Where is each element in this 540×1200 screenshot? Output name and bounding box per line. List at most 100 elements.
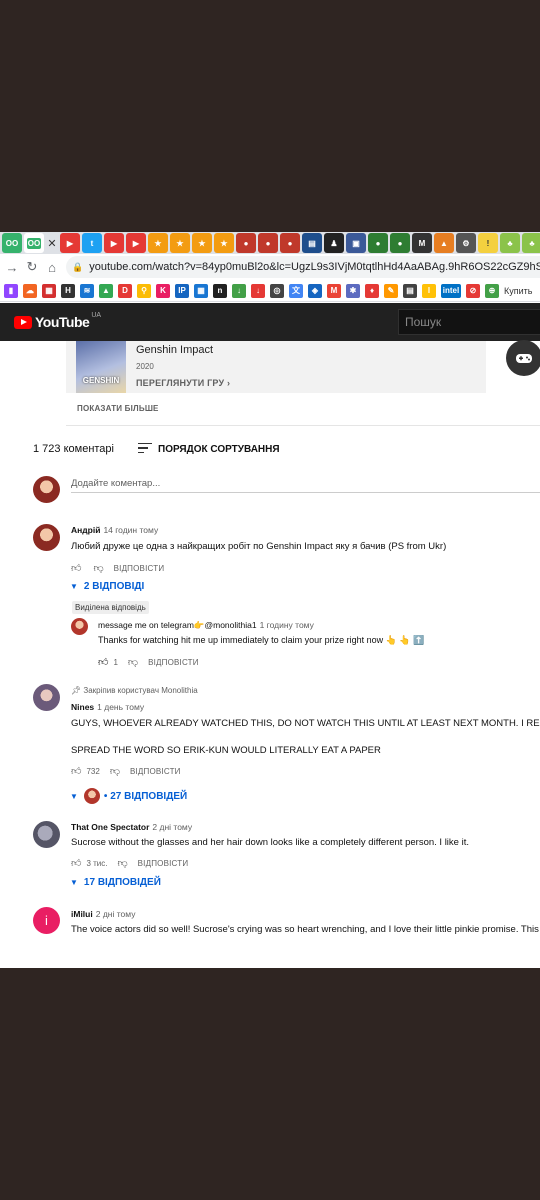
bookmark-icon[interactable]: ♦: [365, 283, 379, 298]
like-icon[interactable]: 👍︎: [71, 562, 81, 574]
tab-person[interactable]: ♟: [324, 233, 344, 253]
address-bar[interactable]: 🔒 youtube.com/watch?v=84yp0muBl2o&lc=Ugz…: [66, 256, 540, 278]
bookmark-icon[interactable]: D: [118, 283, 132, 298]
bookmark-block-icon[interactable]: ⊘: [466, 283, 480, 298]
show-more-button[interactable]: ПОКАЗАТИ БІЛЬШЕ: [77, 404, 159, 413]
dislike-icon[interactable]: 👎︎: [93, 562, 103, 574]
tab-book[interactable]: ▤: [302, 233, 322, 253]
tab-record[interactable]: ●: [280, 233, 300, 253]
reply-avatar[interactable]: [71, 618, 88, 635]
tab-record[interactable]: ●: [236, 233, 256, 253]
tab-site[interactable]: ▣: [346, 233, 366, 253]
tab-misc[interactable]: ♣: [500, 233, 520, 253]
close-tab-icon[interactable]: ✕: [46, 237, 58, 250]
bookmark-download-icon[interactable]: ↓: [232, 283, 246, 298]
like-icon-filled[interactable]: 👍︎: [98, 656, 108, 668]
bookmark-icon[interactable]: ◎: [270, 283, 284, 298]
bookmark-maps-icon[interactable]: ⚲: [137, 283, 151, 298]
like-icon[interactable]: 👍︎: [71, 765, 81, 777]
bookmark-icon[interactable]: K: [156, 283, 170, 298]
avatar[interactable]: [33, 821, 60, 848]
bookmark-gmail-icon[interactable]: M: [327, 283, 341, 298]
bookmark-icon[interactable]: ▦: [194, 283, 208, 298]
reply-button[interactable]: ВІДПОВІСТИ: [148, 658, 199, 667]
like-count: 732: [86, 766, 100, 776]
comment-author[interactable]: Андрій 14 годин тому: [71, 525, 158, 535]
comment-text: The voice actors did so well! Sucrose's …: [71, 924, 540, 935]
bookmark-icon[interactable]: H: [61, 283, 75, 298]
reply-author[interactable]: message me on telegram👉@monolithia1 1 год…: [98, 620, 314, 631]
game-thumbnail[interactable]: GENSHIN: [76, 341, 126, 393]
view-replies-button[interactable]: ▼ 17 ВІДПОВІДЕЙ: [70, 877, 161, 888]
tab-record[interactable]: ●: [258, 233, 278, 253]
tab-game[interactable]: ★: [214, 233, 234, 253]
gamepad-button[interactable]: [506, 340, 540, 376]
bookmark-download-icon[interactable]: ↓: [251, 283, 265, 298]
reply-button[interactable]: ВІДПОВІСТИ: [130, 767, 181, 776]
comments-count: 1 723 коментарі: [33, 443, 114, 455]
view-replies-button[interactable]: ▼ 2 ВІДПОВІДІ: [70, 581, 144, 592]
add-comment-input[interactable]: Додайте коментар...: [71, 478, 160, 489]
dislike-icon[interactable]: 👎︎: [128, 656, 138, 668]
comment-time[interactable]: 2 дні тому: [96, 909, 136, 919]
author-name: Nines: [71, 702, 95, 712]
tab-game[interactable]: ★: [192, 233, 212, 253]
tab-game[interactable]: ★: [170, 233, 190, 253]
home-icon[interactable]: ⌂: [42, 260, 62, 275]
bookmark-intel-icon[interactable]: intel: [441, 283, 461, 298]
forward-icon[interactable]: →: [2, 260, 22, 275]
bookmark-soundcloud-icon[interactable]: ☁: [23, 283, 37, 298]
avatar[interactable]: [33, 684, 60, 711]
tab-youtube[interactable]: ▶: [126, 233, 146, 253]
bookmark-icon[interactable]: ◈: [308, 283, 322, 298]
sort-icon[interactable]: [138, 443, 152, 454]
dislike-icon[interactable]: 👎︎: [117, 857, 127, 869]
comment-time[interactable]: 14 годин тому: [103, 525, 158, 535]
tab-twitter[interactable]: t: [82, 233, 102, 253]
bookmark-icon[interactable]: n: [213, 283, 227, 298]
tab-green[interactable]: ●: [368, 233, 388, 253]
youtube-logo[interactable]: YouTube UA: [14, 312, 101, 330]
sort-button[interactable]: ПОРЯДОК СОРТУВАННЯ: [158, 444, 280, 455]
comment-author[interactable]: Nines 1 день тому: [71, 702, 144, 712]
reply-button[interactable]: ВІДПОВІСТИ: [138, 859, 189, 868]
bookmark-icon[interactable]: ✎: [384, 283, 398, 298]
tab-dark[interactable]: M: [412, 233, 432, 253]
comment-time[interactable]: 2 дні тому: [152, 822, 192, 832]
bookmark-icon[interactable]: ▦: [42, 283, 56, 298]
tab-duolingo[interactable]: OO: [2, 233, 22, 253]
bookmark-icon[interactable]: ▤: [403, 283, 417, 298]
tab-orange[interactable]: ▲: [434, 233, 454, 253]
like-icon[interactable]: 👍︎: [71, 857, 81, 869]
bookmark-icon[interactable]: IP: [175, 283, 189, 298]
reply-time[interactable]: 1 годину тому: [260, 620, 314, 630]
tab-misc[interactable]: ♣: [522, 233, 540, 253]
reply-button[interactable]: ВІДПОВІСТИ: [114, 564, 165, 573]
tab-green[interactable]: ●: [390, 233, 410, 253]
tab-youtube[interactable]: ▶: [104, 233, 124, 253]
tab-youtube[interactable]: ▶: [60, 233, 80, 253]
browse-game-link[interactable]: ПЕРЕГЛЯНУТИ ГРУ ›: [136, 378, 230, 388]
comment-author[interactable]: That One Spectator 2 дні тому: [71, 822, 192, 832]
bookmark-drive-icon[interactable]: ▲: [99, 283, 113, 298]
bookmark-label[interactable]: Купить: [504, 286, 532, 296]
avatar[interactable]: [33, 524, 60, 551]
bookmark-translate-icon[interactable]: 文: [289, 283, 303, 298]
bookmark-icon[interactable]: ✱: [346, 283, 360, 298]
bookmark-globe-icon[interactable]: ⊕: [485, 283, 499, 298]
comment-author[interactable]: iMilui 2 дні тому: [71, 909, 135, 919]
search-input[interactable]: Пошук: [398, 309, 540, 335]
tab-yellow[interactable]: !: [478, 233, 498, 253]
tab-active-duolingo[interactable]: OO: [24, 233, 44, 253]
bookmark-twitch-icon[interactable]: ▮: [4, 283, 18, 298]
avatar[interactable]: i: [33, 907, 60, 934]
tab-game[interactable]: ★: [148, 233, 168, 253]
bookmark-wifi-icon[interactable]: ≋: [80, 283, 94, 298]
reload-icon[interactable]: ↻: [22, 259, 42, 275]
comment-time[interactable]: 1 день тому: [97, 702, 144, 712]
dislike-icon[interactable]: 👎︎: [110, 765, 120, 777]
game-title[interactable]: Genshin Impact: [136, 344, 213, 356]
tab-gear[interactable]: ⚙: [456, 233, 476, 253]
bookmark-icon[interactable]: l: [422, 283, 436, 298]
view-replies-button[interactable]: ▼ • 27 ВІДПОВІДЕЙ: [70, 788, 187, 804]
